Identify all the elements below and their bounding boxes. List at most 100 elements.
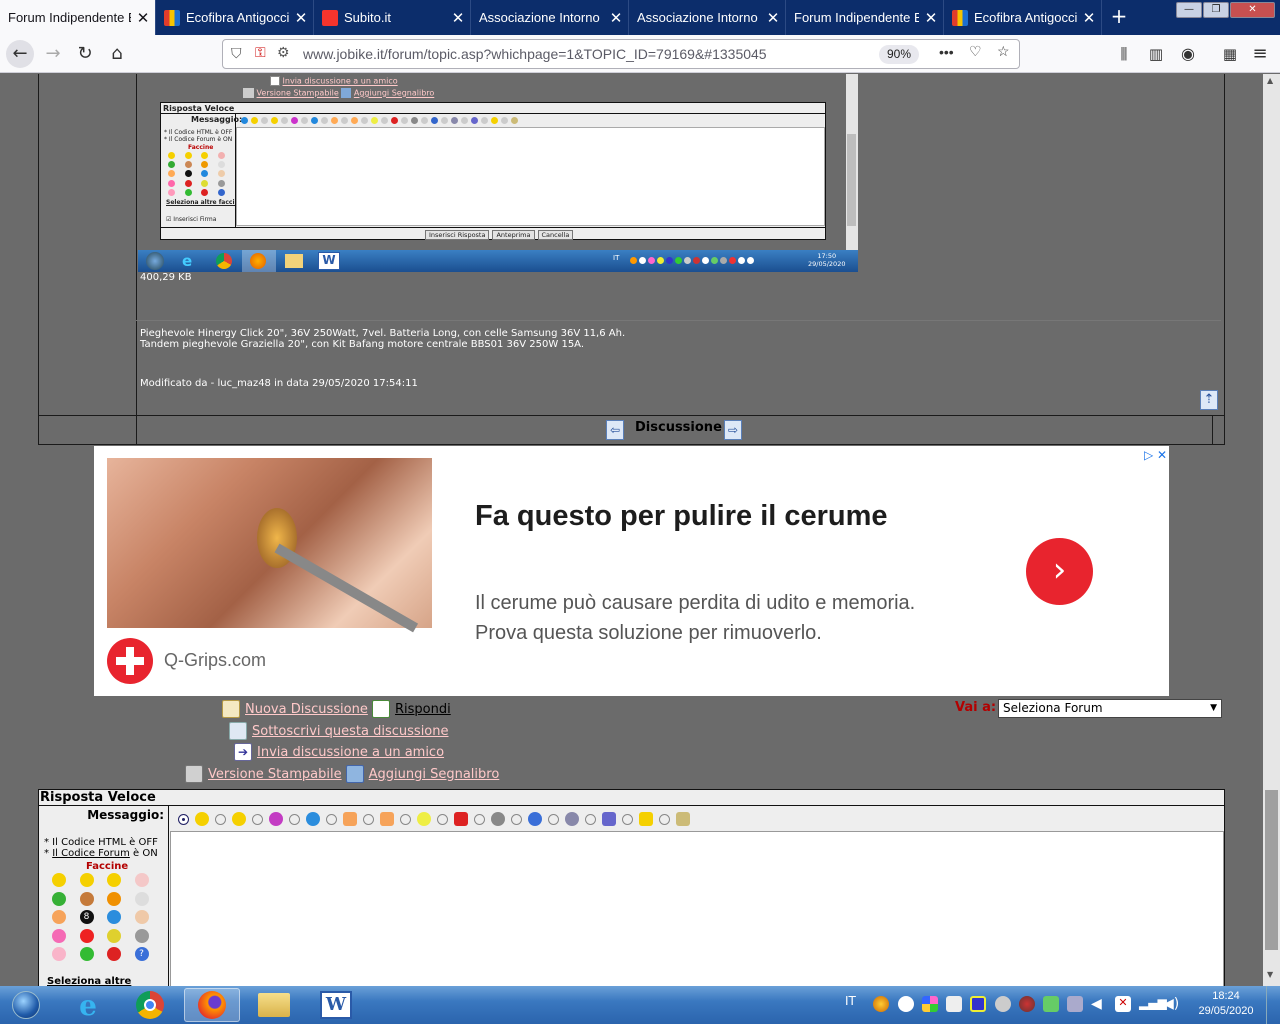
adchoices-icon[interactable]: ▷ ✕ <box>1144 448 1167 462</box>
close-icon[interactable]: ✕ <box>604 9 628 27</box>
ad-arrow-button[interactable]: › <box>1026 538 1093 605</box>
url-text[interactable]: www.jobike.it/forum/topic.asp?whichpage=… <box>303 46 767 62</box>
account-icon[interactable]: ◉ <box>1174 40 1202 68</box>
nuova-discussione-link[interactable]: Nuova Discussione <box>222 700 368 718</box>
close-icon[interactable]: ✕ <box>289 9 313 27</box>
thumbs-up-icon[interactable] <box>380 812 394 826</box>
radio[interactable] <box>215 813 226 825</box>
skull-icon[interactable] <box>491 812 505 826</box>
radio[interactable] <box>400 813 411 825</box>
sottoscrivi-link[interactable]: Sottoscrivi questa discussione <box>229 722 449 740</box>
cake-icon[interactable] <box>676 812 690 826</box>
radio[interactable] <box>437 813 448 825</box>
zoom-indicator[interactable]: 90% <box>879 45 919 64</box>
speaker-icon[interactable]: ◀ <box>1091 996 1107 1012</box>
sidebar-icon[interactable]: ▥ <box>1142 40 1170 68</box>
ad-image[interactable] <box>107 458 432 633</box>
reload-button[interactable]: ↻ <box>71 40 99 68</box>
page-actions-icon[interactable]: ••• <box>939 44 954 60</box>
next-topic-icon[interactable]: ⇨ <box>724 420 742 440</box>
taskbar-chrome[interactable] <box>122 988 178 1022</box>
minimize-button[interactable]: — <box>1176 2 1202 18</box>
message-textarea[interactable] <box>170 831 1224 986</box>
radio[interactable] <box>622 813 633 825</box>
url-bar[interactable]: ⛉ ⚿ ⚙ www.jobike.it/forum/topic.asp?whic… <box>222 39 1020 69</box>
scroll-up-icon[interactable]: ▲ <box>1267 76 1273 85</box>
star-icon[interactable] <box>639 812 653 826</box>
tab-ecofibra[interactable]: Ecofibra Antigocci ✕ <box>156 0 314 35</box>
tray-icon-9[interactable] <box>1067 996 1083 1012</box>
taskbar-clock[interactable]: 18:24 29/05/2020 <box>1196 989 1256 1019</box>
scroll-top-icon[interactable]: ⇡ <box>1200 390 1218 410</box>
q-grips-logo-icon[interactable] <box>107 638 153 684</box>
taskbar-word[interactable]: W <box>308 988 364 1022</box>
prev-topic-icon[interactable]: ⇦ <box>606 420 624 440</box>
shield-icon[interactable]: ⛉ <box>231 45 242 62</box>
invia-amico-link[interactable]: ➔ Invia discussione a un amico <box>234 743 444 761</box>
cool-icon[interactable] <box>232 812 246 826</box>
radio[interactable] <box>363 813 374 825</box>
rispondi-link[interactable]: Rispondi <box>372 700 451 718</box>
radio[interactable] <box>548 813 559 825</box>
home-button[interactable]: ⌂ <box>103 40 131 68</box>
extensions-icon[interactable]: ▦ <box>1216 40 1244 68</box>
advertisement[interactable]: Fa questo per pulire il cerume Il cerume… <box>94 446 1169 696</box>
moon-icon[interactable] <box>565 812 579 826</box>
tab-associazione-1[interactable]: Associazione Intorno ✕ <box>471 0 629 35</box>
tray-icon-6[interactable] <box>995 996 1011 1012</box>
close-icon[interactable]: ✕ <box>761 9 785 27</box>
heart-icon[interactable] <box>454 812 468 826</box>
ad-body-line-1[interactable]: Il cerume può causare perdita di udito e… <box>475 592 915 615</box>
radio[interactable] <box>289 813 300 825</box>
ad-title[interactable]: Fa questo per pulire il cerume <box>475 500 888 533</box>
close-icon[interactable]: ✕ <box>919 9 943 27</box>
smile-icon[interactable] <box>195 812 209 826</box>
start-button[interactable] <box>0 988 52 1022</box>
radio[interactable] <box>474 813 485 825</box>
radio-none[interactable] <box>178 813 189 825</box>
kisses-icon[interactable] <box>269 812 283 826</box>
radio[interactable] <box>252 813 263 825</box>
back-button[interactable]: ← <box>6 40 34 68</box>
bookmark-star-icon[interactable]: ☆ <box>997 43 1010 60</box>
volume-icon[interactable]: ◀) <box>1163 996 1179 1012</box>
scrollbar-thumb[interactable] <box>1265 790 1278 950</box>
menu-icon[interactable]: ≡ <box>1246 40 1274 68</box>
scroll-down-icon[interactable]: ▼ <box>1267 970 1273 979</box>
new-tab-button[interactable]: + <box>1108 4 1130 28</box>
tray-icon-2[interactable] <box>898 996 914 1012</box>
tab-associazione-2[interactable]: Associazione Intorno ✕ <box>629 0 786 35</box>
emoticon-toolbar[interactable] <box>170 807 1224 831</box>
tray-icon-1[interactable] <box>873 996 889 1012</box>
altre-faccine-link[interactable]: Seleziona altre faccine <box>47 976 168 986</box>
radio[interactable] <box>511 813 522 825</box>
question-icon[interactable] <box>528 812 542 826</box>
forum-code-link[interactable]: Il Codice Forum <box>52 848 130 859</box>
network-icon[interactable]: ▂▄▆ <box>1139 996 1167 1012</box>
close-icon[interactable]: ✕ <box>446 9 470 27</box>
smiley-grid[interactable]: 8 ? <box>52 873 162 963</box>
radio[interactable] <box>659 813 670 825</box>
taskbar-ie[interactable]: e <box>60 988 116 1022</box>
music-icon[interactable] <box>602 812 616 826</box>
ad-body-line-2[interactable]: Prova questa soluzione per rimuoverlo. <box>475 622 822 645</box>
close-window-button[interactable]: ✕ <box>1230 2 1275 18</box>
permissions-icon[interactable]: ⚙ <box>277 44 290 61</box>
insecure-lock-icon[interactable]: ⚿ <box>255 44 266 61</box>
page-scrollbar[interactable]: ▲ ▼ <box>1263 74 1280 986</box>
taskbar-explorer[interactable] <box>246 988 302 1022</box>
taskbar-firefox[interactable] <box>184 988 240 1022</box>
forum-select[interactable]: Seleziona Forum ▼ <box>998 699 1222 718</box>
library-icon[interactable]: ⫼ <box>1110 40 1138 68</box>
radio[interactable] <box>585 813 596 825</box>
tray-icon-4[interactable] <box>946 996 962 1012</box>
ad-source[interactable]: Q-Grips.com <box>164 650 266 671</box>
radio[interactable] <box>326 813 337 825</box>
tab-subito[interactable]: Subito.it ✕ <box>314 0 471 35</box>
language-indicator[interactable]: IT <box>845 994 856 1008</box>
forward-button[interactable]: → <box>39 40 67 68</box>
sad-icon[interactable] <box>306 812 320 826</box>
show-desktop-button[interactable] <box>1266 986 1280 1024</box>
versione-stampabile-link[interactable]: Versione Stampabile Aggiungi Segnalibro <box>185 765 499 783</box>
idea-icon[interactable] <box>417 812 431 826</box>
